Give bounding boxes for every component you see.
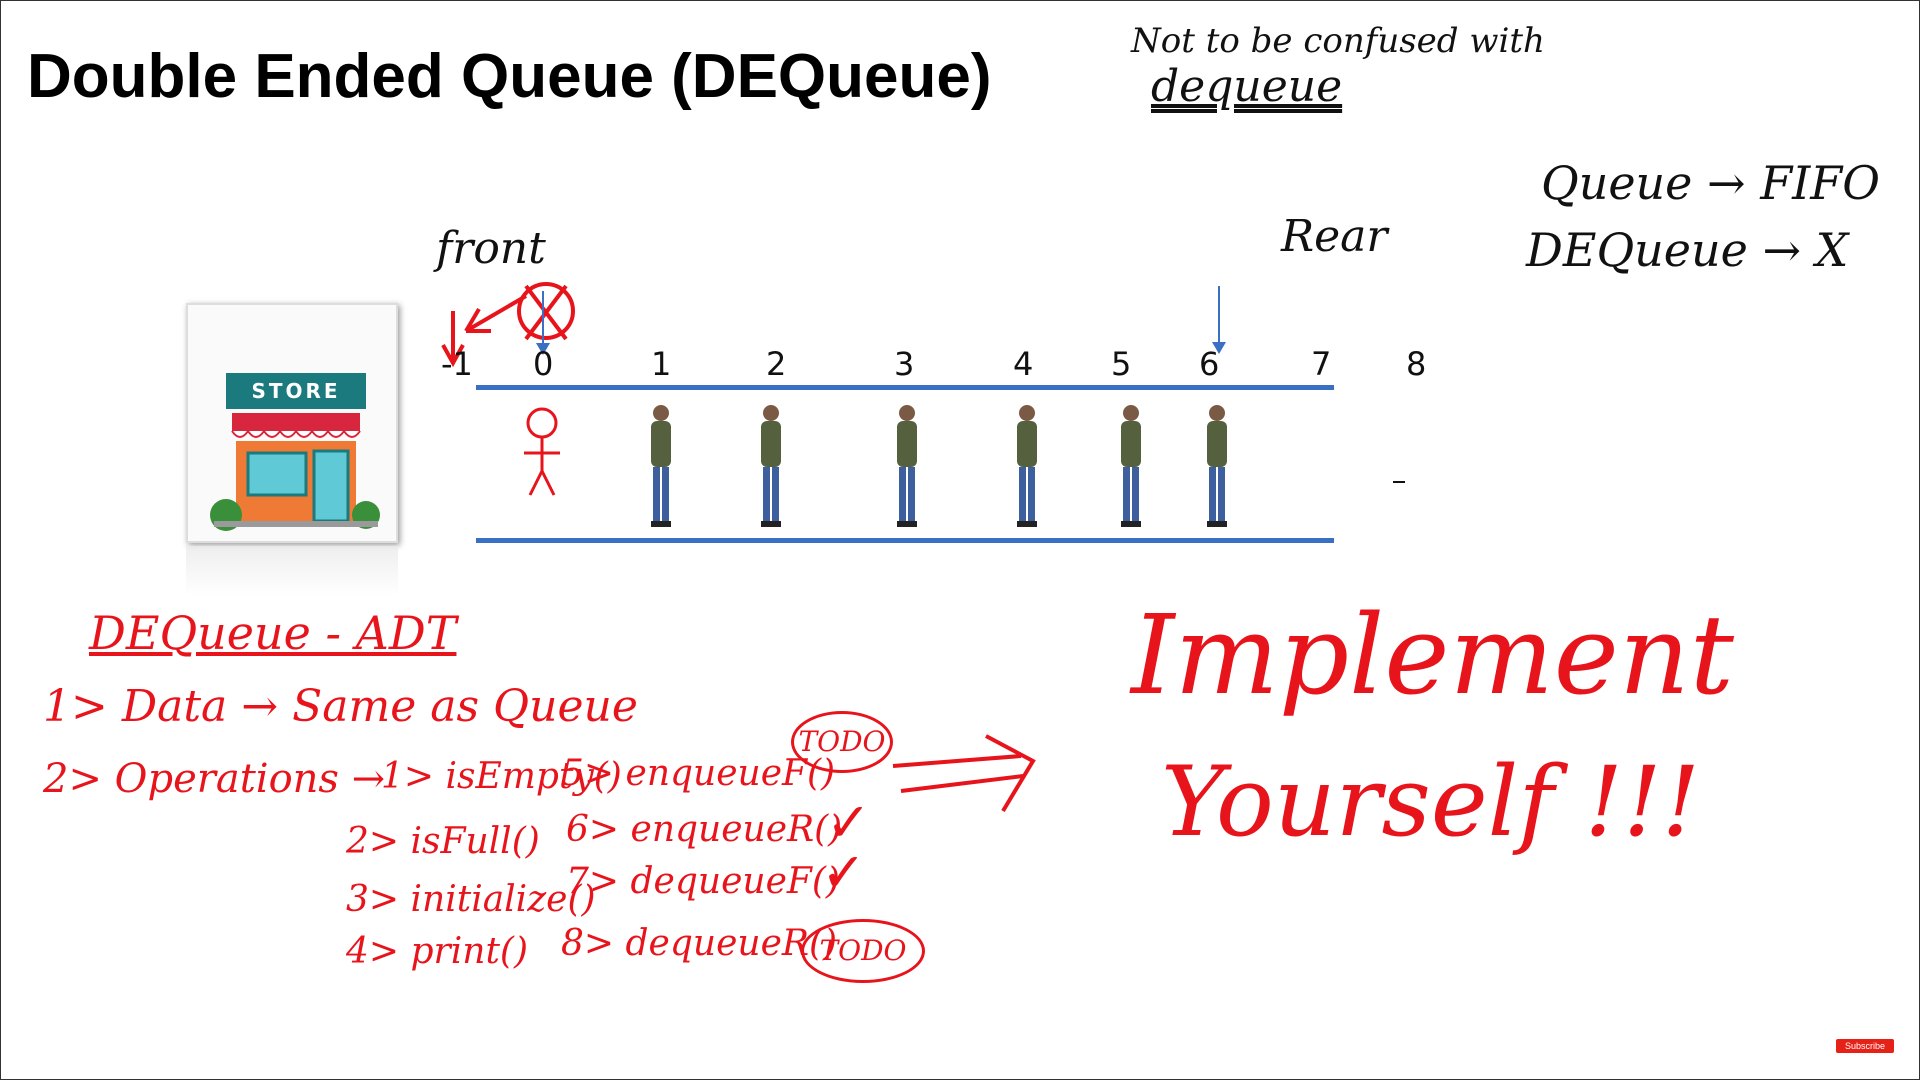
check-mark-icon: ✓ bbox=[821, 841, 867, 904]
todo-badge: TODO bbox=[801, 919, 925, 983]
store-image: STORE bbox=[186, 303, 398, 543]
dequeue-x-note: DEQueue → X bbox=[1526, 223, 1849, 277]
op-dequeue-rear: 8> dequeueR() bbox=[561, 923, 838, 964]
index-label: 6 bbox=[1199, 345, 1220, 383]
queue-fifo-note: Queue → FIFO bbox=[1541, 156, 1880, 210]
slide-canvas: Double Ended Queue (DEQueue) Not to be c… bbox=[0, 0, 1920, 1080]
store-sign: STORE bbox=[251, 379, 340, 403]
index-label: 5 bbox=[1111, 345, 1132, 383]
index-label: 0 bbox=[533, 345, 554, 383]
rear-label: Rear bbox=[1281, 211, 1388, 262]
front-label: front bbox=[436, 223, 546, 274]
index-label: 1 bbox=[651, 345, 672, 383]
person-icon bbox=[1207, 405, 1227, 527]
dash-mark bbox=[1393, 481, 1405, 483]
page-title: Double Ended Queue (DEQueue) bbox=[27, 42, 992, 111]
stick-figure-icon bbox=[524, 407, 560, 496]
subscribe-button[interactable]: Subscribe bbox=[1836, 1039, 1894, 1053]
person-icon bbox=[1017, 405, 1037, 527]
op-enqueue-front: 5> enqueueF() bbox=[561, 753, 836, 794]
op-initialize: 3> initialize() bbox=[346, 879, 596, 920]
adt-operations-label: 2> Operations → bbox=[43, 756, 386, 802]
index-label: -1 bbox=[441, 345, 473, 383]
op-dequeue-front: 7> dequeueF() bbox=[566, 861, 840, 902]
todo-badge: TODO bbox=[791, 711, 893, 773]
person-icon bbox=[651, 405, 671, 527]
op-print: 4> print() bbox=[346, 931, 529, 972]
person-icon bbox=[1121, 405, 1141, 527]
op-enqueue-rear: 6> enqueueR() bbox=[566, 809, 843, 850]
store-icon: STORE bbox=[210, 373, 380, 531]
double-arrow-icon bbox=[892, 734, 1036, 813]
yourself-text: Yourself !!! bbox=[1161, 746, 1701, 858]
queue-bottom-line bbox=[476, 538, 1334, 543]
note-not-confused: Not to be confused with bbox=[1131, 21, 1545, 61]
note-dequeue: dequeue bbox=[1151, 61, 1343, 112]
person-icon bbox=[761, 405, 781, 527]
adt-title: DEQueue - ADT bbox=[89, 606, 457, 660]
queue-top-line bbox=[476, 385, 1334, 390]
index-label: 2 bbox=[766, 345, 787, 383]
store-reflection bbox=[186, 546, 398, 596]
person-icon bbox=[897, 405, 917, 527]
implement-text: Implement bbox=[1131, 591, 1734, 719]
index-label: 8 bbox=[1406, 345, 1427, 383]
index-label: 7 bbox=[1311, 345, 1332, 383]
index-label: 4 bbox=[1013, 345, 1034, 383]
index-label: 3 bbox=[894, 345, 915, 383]
op-is-full: 2> isFull() bbox=[346, 821, 540, 862]
adt-data-line: 1> Data → Same as Queue bbox=[43, 681, 638, 732]
